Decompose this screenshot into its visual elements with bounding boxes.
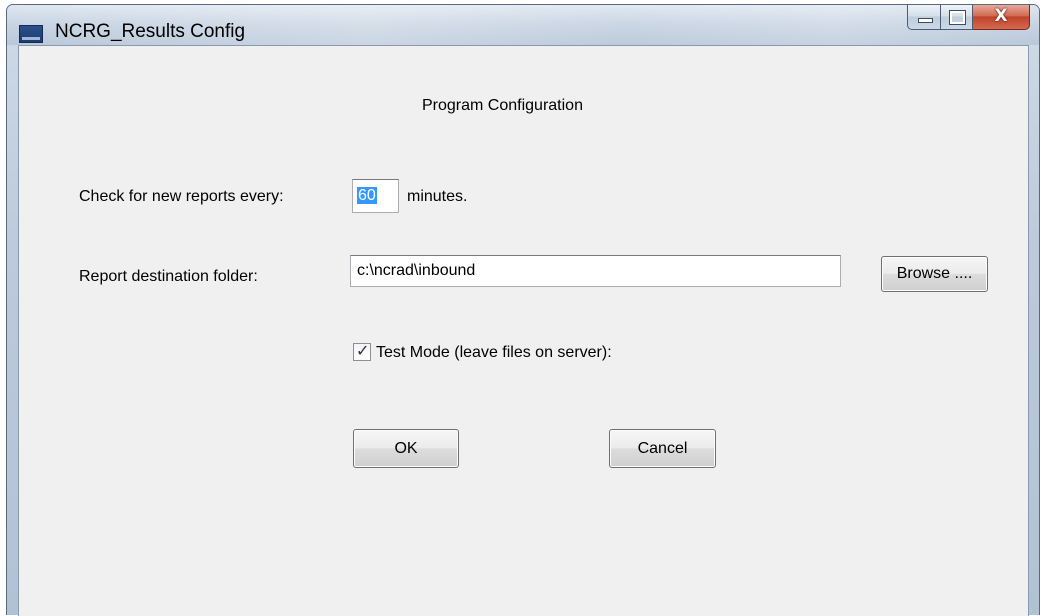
config-window: NCRG_Results Config X Program Configurat… bbox=[6, 4, 1040, 616]
maximize-icon bbox=[949, 10, 966, 25]
check-interval-input[interactable]: 60 bbox=[352, 179, 399, 213]
caption-buttons: X bbox=[907, 5, 1030, 31]
check-interval-label: Check for new reports every: bbox=[79, 188, 284, 205]
cancel-button[interactable]: Cancel bbox=[609, 429, 716, 468]
page-title: Program Configuration bbox=[422, 97, 583, 114]
minutes-label: minutes. bbox=[407, 188, 468, 205]
destination-folder-label: Report destination folder: bbox=[79, 268, 258, 285]
close-button[interactable]: X bbox=[973, 5, 1030, 30]
close-icon: X bbox=[994, 6, 1008, 26]
check-interval-value: 60 bbox=[357, 187, 377, 204]
browse-button[interactable]: Browse .... bbox=[881, 256, 988, 292]
client-area: Program Configuration Check for new repo… bbox=[18, 45, 1029, 616]
title-bar[interactable]: NCRG_Results Config X bbox=[7, 5, 1039, 45]
test-mode-checkbox[interactable]: ✓ bbox=[353, 341, 371, 361]
maximize-button[interactable] bbox=[941, 5, 973, 30]
test-mode-label[interactable]: Test Mode (leave files on server): bbox=[376, 344, 612, 362]
minimize-icon bbox=[918, 18, 933, 23]
window-title: NCRG_Results Config bbox=[55, 21, 246, 42]
app-icon[interactable] bbox=[19, 25, 43, 43]
destination-folder-input[interactable]: c:\ncrad\inbound bbox=[350, 255, 841, 287]
ok-button[interactable]: OK bbox=[353, 429, 459, 468]
minimize-button[interactable] bbox=[907, 5, 941, 30]
checkmark-icon: ✓ bbox=[356, 341, 370, 360]
